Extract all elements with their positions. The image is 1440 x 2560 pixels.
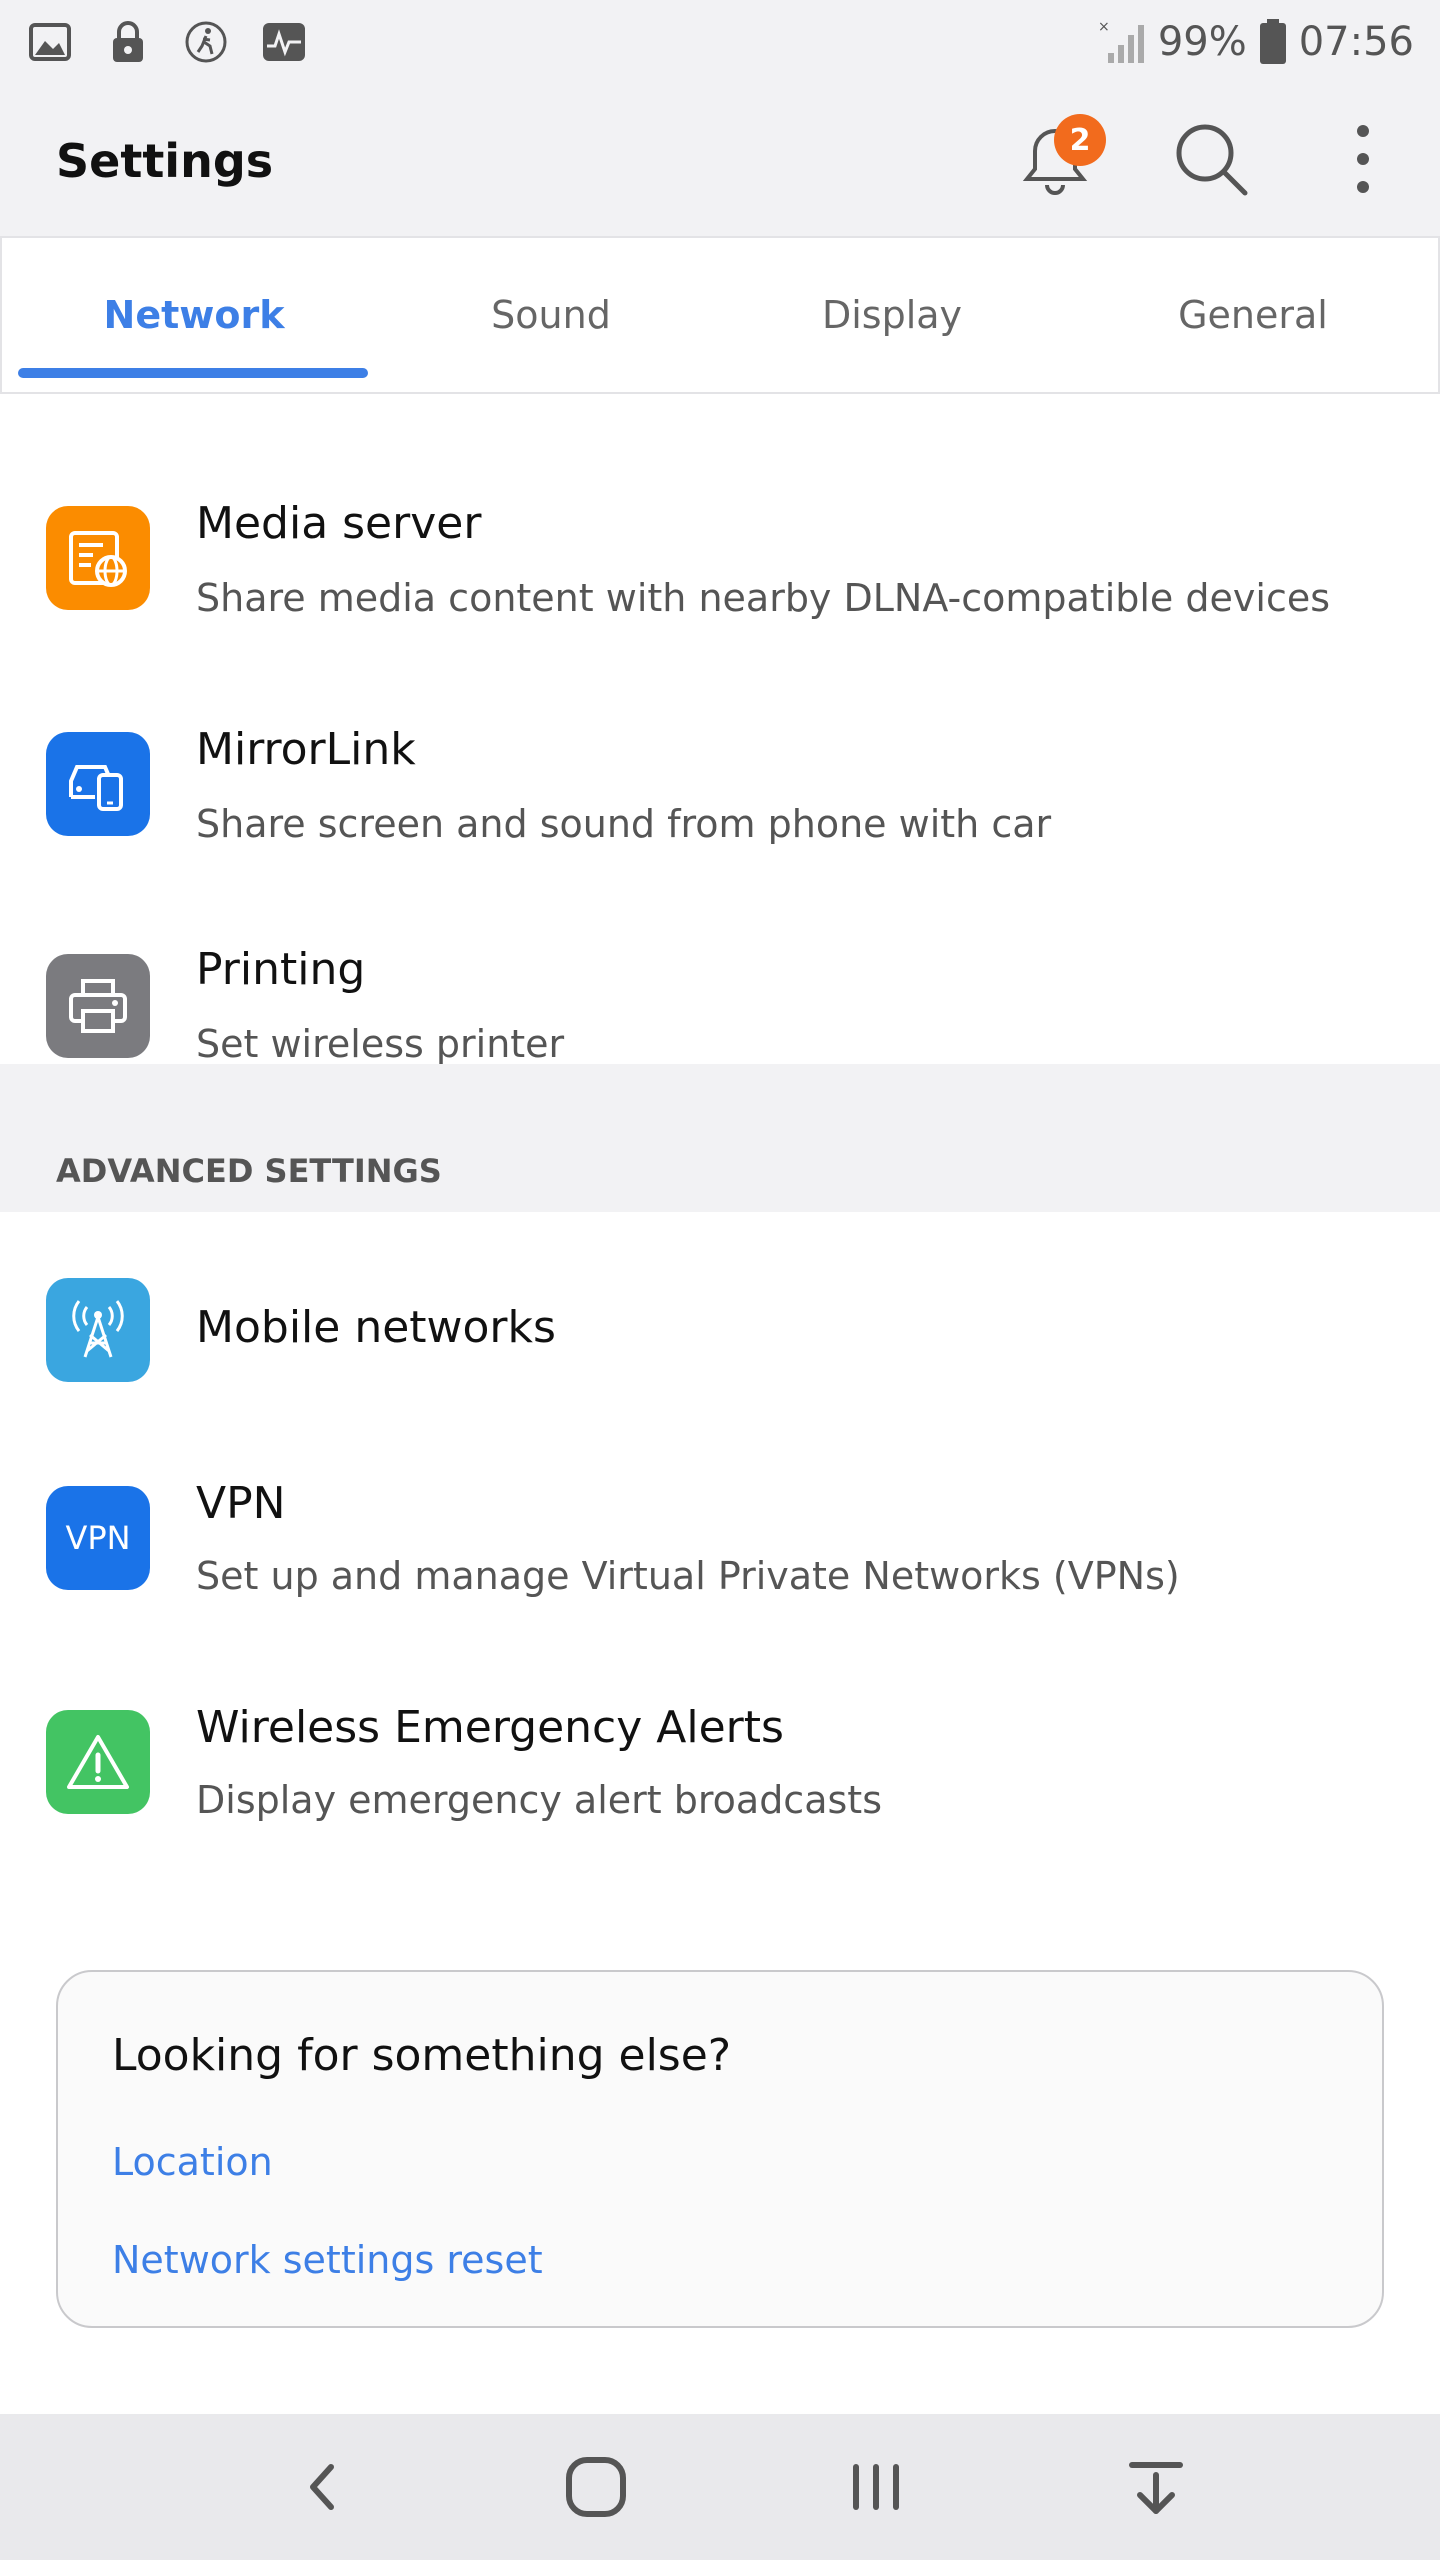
svg-text:×: × <box>1098 19 1110 35</box>
vpn-icon: VPN <box>46 1486 150 1590</box>
app-header: Settings 2 <box>0 84 1440 236</box>
tab-display[interactable]: Display <box>716 238 1068 392</box>
status-bar: × 99% 07:56 <box>0 0 1440 84</box>
tab-network-label: Network <box>103 293 285 337</box>
search-icon <box>1176 124 1248 196</box>
section-header-label: ADVANCED SETTINGS <box>56 1152 442 1190</box>
battery-percent: 99% <box>1157 19 1247 65</box>
settings-list: Media server Share media content with ne… <box>0 394 1440 1894</box>
status-icons-left <box>26 18 308 66</box>
item-title: Mobile networks <box>196 1302 556 1353</box>
notification-badge: 2 <box>1054 114 1106 166</box>
clock: 07:56 <box>1298 19 1414 65</box>
active-tab-indicator <box>18 368 368 378</box>
item-title: VPN <box>196 1478 286 1529</box>
more-options-button[interactable] <box>1308 104 1418 214</box>
image-icon <box>26 18 74 66</box>
item-title: MirrorLink <box>196 724 416 775</box>
suggestions-card: Looking for something else? Location Net… <box>56 1970 1384 2328</box>
arrow-down-to-line-icon <box>1129 2462 1183 2514</box>
notifications-button[interactable]: 2 <box>1000 104 1110 214</box>
link-location[interactable]: Location <box>112 2140 273 2184</box>
page-title: Settings <box>56 134 274 188</box>
antenna-icon <box>46 1278 150 1382</box>
item-subtitle: Set wireless printer <box>196 1022 565 1066</box>
more-vertical-icon <box>1357 125 1369 193</box>
home-icon <box>566 2457 626 2517</box>
list-item-media-server[interactable]: Media server Share media content with ne… <box>0 394 1440 620</box>
lock-icon <box>104 18 152 66</box>
link-network-settings-reset[interactable]: Network settings reset <box>112 2238 543 2282</box>
card-title: Looking for something else? <box>112 2030 732 2081</box>
tab-sound[interactable]: Sound <box>386 238 716 392</box>
tab-general[interactable]: General <box>1068 238 1438 392</box>
back-button[interactable] <box>282 2447 362 2527</box>
section-header-advanced: ADVANCED SETTINGS <box>0 1064 1440 1212</box>
recent-apps-icon <box>853 2464 899 2510</box>
tab-display-label: Display <box>821 293 963 337</box>
search-button[interactable] <box>1156 104 1266 214</box>
media-server-icon <box>46 506 150 610</box>
item-subtitle: Share screen and sound from phone with c… <box>196 802 1052 846</box>
item-title: Wireless Emergency Alerts <box>196 1702 784 1753</box>
navigation-bar <box>0 2414 1440 2560</box>
pulse-icon <box>260 18 308 66</box>
list-item-mobile-networks[interactable]: Mobile networks <box>0 1212 1440 1448</box>
signal-icon: × <box>1098 19 1146 65</box>
printer-icon <box>46 954 150 1058</box>
car-phone-icon <box>46 732 150 836</box>
item-title: Media server <box>196 498 482 549</box>
recent-apps-button[interactable] <box>836 2447 916 2527</box>
item-title: Printing <box>196 944 366 995</box>
back-icon <box>310 2464 334 2510</box>
list-item-emergency-alerts[interactable]: Wireless Emergency Alerts Display emerge… <box>0 1670 1440 1894</box>
tab-general-label: General <box>1178 293 1328 337</box>
vpn-icon-text: VPN <box>65 1519 131 1557</box>
list-item-vpn[interactable]: VPN VPN Set up and manage Virtual Privat… <box>0 1448 1440 1670</box>
tab-sound-label: Sound <box>491 293 611 337</box>
home-button[interactable] <box>556 2447 636 2527</box>
status-icons-right: × 99% 07:56 <box>1098 19 1414 65</box>
list-item-mirrorlink[interactable]: MirrorLink Share screen and sound from p… <box>0 620 1440 846</box>
warning-icon <box>46 1710 150 1814</box>
item-subtitle: Set up and manage Virtual Private Networ… <box>196 1554 1180 1598</box>
battery-icon <box>1259 19 1287 65</box>
tab-bar: Network Sound Display General <box>0 236 1440 394</box>
hide-keyboard-button[interactable] <box>1116 2447 1196 2527</box>
tab-network[interactable]: Network <box>2 238 386 392</box>
item-subtitle: Display emergency alert broadcasts <box>196 1778 882 1822</box>
activity-walk-icon <box>182 18 230 66</box>
list-item-printing[interactable]: Printing Set wireless printer <box>0 844 1440 1066</box>
item-subtitle: Share media content with nearby DLNA-com… <box>196 576 1331 620</box>
